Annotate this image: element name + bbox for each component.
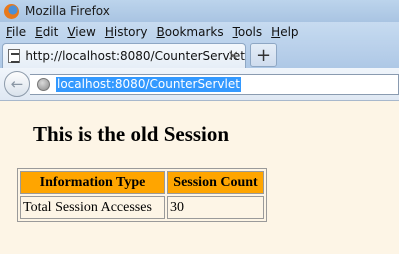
menu-bookmarks[interactable]: Bookmarks [157,25,224,39]
menu-view[interactable]: View [67,25,95,39]
menu-file[interactable]: File [6,25,26,39]
window-titlebar: Mozilla Firefox [0,0,399,22]
url-text-selected[interactable]: localhost:8080/CounterServlet [56,77,241,92]
session-info-table: Information Type Session Count Total Ses… [17,168,267,222]
menu-tools[interactable]: Tools [233,25,263,39]
table-row: Total Session Accesses 30 [20,196,264,219]
table-header-row: Information Type Session Count [20,171,264,194]
cell-info-type: Total Session Accesses [20,196,165,219]
page-heading: This is the old Session [33,122,230,146]
menu-edit[interactable]: Edit [35,25,58,39]
tab-counterservlet[interactable]: http://localhost:8080/CounterServlet × [2,43,246,68]
menu-history[interactable]: History [105,25,148,39]
menu-bar: File Edit View History Bookmarks Tools H… [0,22,399,41]
cell-session-count: 30 [167,196,264,219]
tab-label: http://localhost:8080/CounterServlet [25,49,245,63]
tab-close-icon[interactable]: × [227,48,239,64]
menu-help[interactable]: Help [271,25,298,39]
firefox-logo-icon [4,3,19,19]
column-header-information-type: Information Type [20,171,165,194]
new-tab-button[interactable]: + [250,43,277,67]
column-header-session-count: Session Count [167,171,264,194]
window-title: Mozilla Firefox [25,4,110,18]
globe-icon [37,78,50,91]
tab-strip: http://localhost:8080/CounterServlet × + [0,41,399,68]
url-bar[interactable]: localhost:8080/CounterServlet [30,74,399,95]
navigation-toolbar: ← localhost:8080/CounterServlet [0,68,399,101]
page-favicon-icon [8,49,21,63]
page-content: This is the old Session Information Type… [0,102,399,254]
back-button[interactable]: ← [4,71,30,97]
